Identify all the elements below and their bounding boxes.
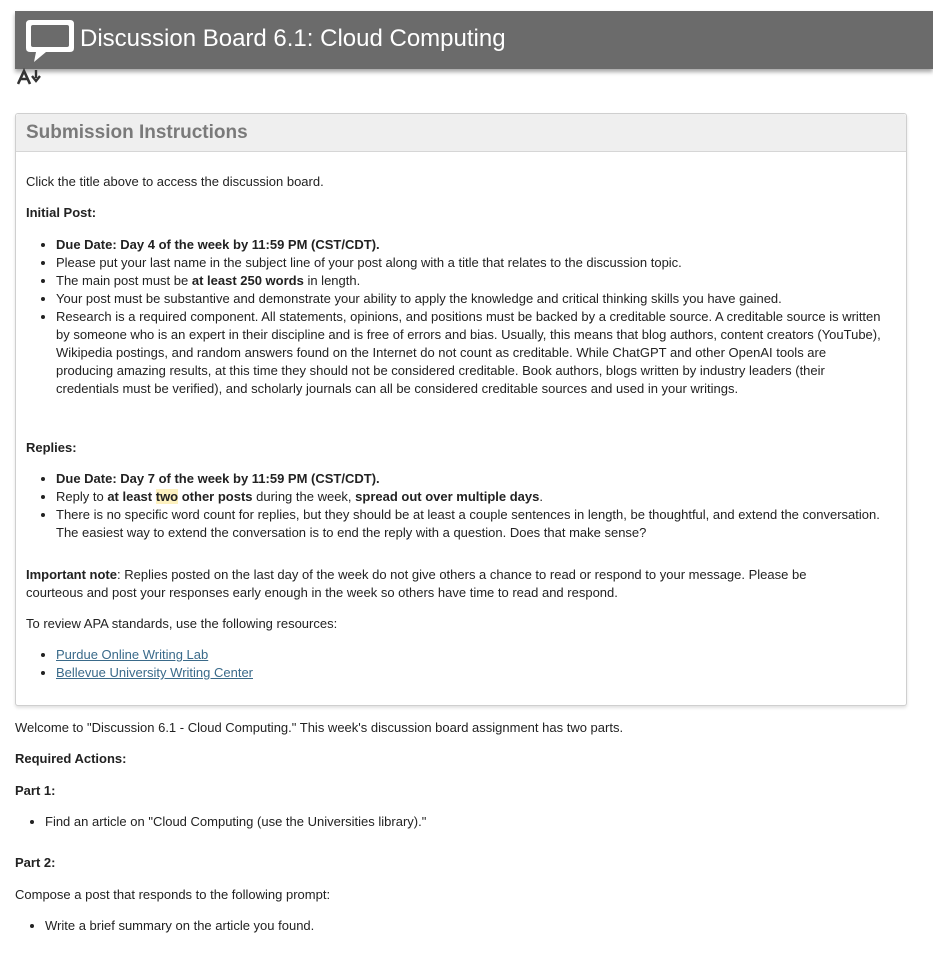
replies-heading: Replies:	[26, 440, 77, 455]
list-item: Bellevue University Writing Center	[56, 664, 253, 682]
part2-list: Write a brief summary on the article you…	[15, 917, 314, 935]
page-title[interactable]: Discussion Board 6.1: Cloud Computing	[80, 25, 506, 53]
list-item: Find an article on "Cloud Computing (use…	[45, 813, 426, 831]
list-item: The main post must be at least 250 words…	[56, 272, 886, 290]
welcome-text: Welcome to "Discussion 6.1 - Cloud Compu…	[15, 720, 624, 735]
panel-title: Submission Instructions	[26, 122, 248, 143]
list-item: Due Date: Day 7 of the week by 11:59 PM …	[56, 470, 886, 488]
intro-text: Click the title above to access the disc…	[26, 174, 324, 189]
list-item: Reply to at least two other posts during…	[56, 488, 886, 506]
font-size-adjust-icon[interactable]	[17, 68, 45, 88]
part1-heading: Part 1:	[15, 783, 56, 798]
required-actions-heading: Required Actions:	[15, 751, 127, 766]
list-item: Write a brief summary on the article you…	[45, 917, 314, 935]
highlight-two: two	[155, 489, 179, 504]
list-item: Please put your last name in the subject…	[56, 254, 886, 272]
part2-heading: Part 2:	[15, 855, 56, 870]
important-note-continued: courteous and post your responses early …	[26, 585, 618, 600]
part1-list: Find an article on "Cloud Computing (use…	[15, 813, 426, 831]
page-header: Discussion Board 6.1: Cloud Computing	[15, 11, 933, 69]
list-item: Purdue Online Writing Lab	[56, 646, 253, 664]
list-item: Due Date: Day 4 of the week by 11:59 PM …	[56, 236, 886, 254]
apa-links-list: Purdue Online Writing Lab Bellevue Unive…	[26, 646, 253, 682]
panel-header: Submission Instructions	[16, 114, 906, 152]
list-item: Research is a required component. All st…	[56, 308, 886, 398]
speech-bubble-icon	[26, 20, 74, 62]
purdue-owl-link[interactable]: Purdue Online Writing Lab	[56, 647, 208, 662]
apa-text: To review APA standards, use the followi…	[26, 616, 338, 631]
bellevue-writing-center-link[interactable]: Bellevue University Writing Center	[56, 665, 253, 680]
list-item: Your post must be substantive and demons…	[56, 290, 886, 308]
replies-list: Due Date: Day 7 of the week by 11:59 PM …	[26, 470, 886, 542]
initial-post-list: Due Date: Day 4 of the week by 11:59 PM …	[26, 236, 886, 398]
important-note: Important note: Replies posted on the la…	[26, 567, 807, 582]
submission-instructions-panel: Submission Instructions Click the title …	[15, 113, 907, 706]
compose-text: Compose a post that responds to the foll…	[15, 887, 331, 902]
list-item: There is no specific word count for repl…	[56, 506, 886, 542]
initial-post-heading: Initial Post:	[26, 205, 97, 220]
